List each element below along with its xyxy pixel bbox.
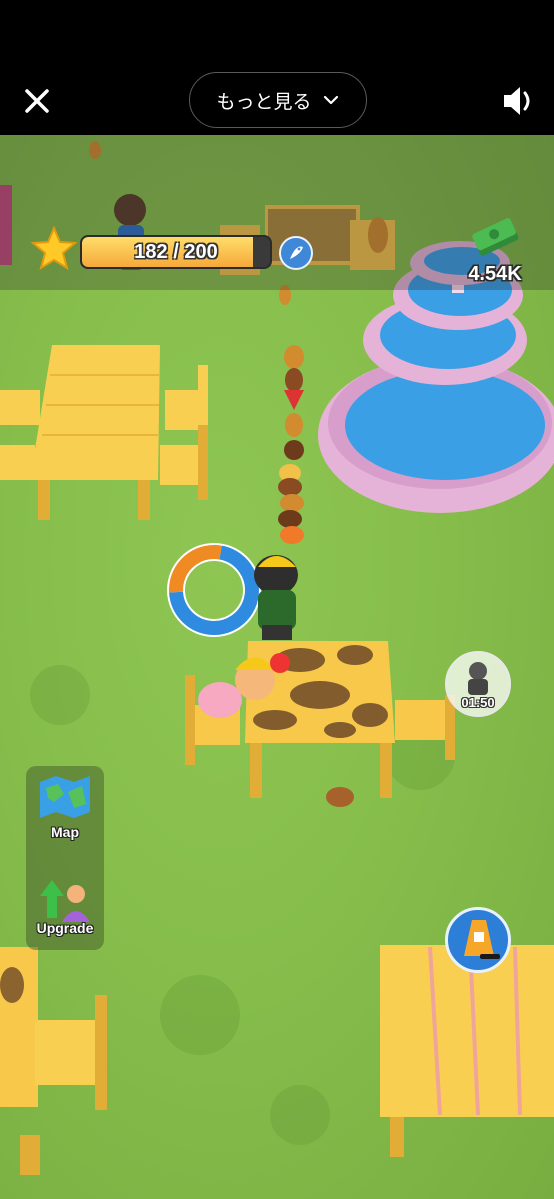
upgrade-button[interactable]: Upgrade bbox=[26, 864, 104, 952]
map-label: Map bbox=[51, 824, 79, 840]
clean-button[interactable] bbox=[445, 907, 511, 973]
close-icon[interactable] bbox=[20, 84, 54, 118]
xp-text: 182 / 200 bbox=[134, 240, 218, 263]
cash-stack-icon bbox=[472, 218, 519, 256]
food-stack bbox=[278, 345, 304, 544]
picnic-table bbox=[380, 945, 554, 1157]
player-character bbox=[254, 555, 298, 640]
fish-icon bbox=[290, 246, 303, 259]
see-more-label: もっと見る bbox=[216, 91, 312, 113]
upgrade-label: Upgrade bbox=[36, 920, 94, 936]
top-bar: もっと見る bbox=[0, 0, 554, 135]
fish-badge[interactable] bbox=[279, 236, 313, 270]
speaker-icon[interactable] bbox=[500, 82, 538, 120]
xp-progress-bar: 182 / 200 bbox=[80, 235, 272, 269]
cash-amount: 4.54K bbox=[468, 263, 522, 285]
game-view[interactable]: 182 / 200 4.54K Map Upgrade 01:50 bbox=[0, 135, 554, 1199]
dirty-table bbox=[0, 947, 107, 1175]
star-icon bbox=[30, 225, 78, 271]
worker-timer-text: 01:50 bbox=[461, 695, 495, 710]
upgrade-icon bbox=[40, 880, 90, 922]
see-more-button[interactable]: もっと見る bbox=[189, 72, 367, 128]
map-icon bbox=[40, 776, 90, 818]
picnic-table bbox=[0, 345, 208, 520]
action-progress-ring bbox=[167, 543, 261, 637]
worker-timer-button[interactable]: 01:50 bbox=[445, 651, 511, 717]
worker-icon bbox=[468, 662, 488, 695]
map-button[interactable]: Map bbox=[26, 770, 104, 858]
wet-floor-sign-icon bbox=[464, 920, 500, 959]
chevron-down-icon bbox=[323, 95, 338, 105]
side-menu: Map Upgrade bbox=[26, 766, 104, 950]
dropped-food bbox=[326, 787, 354, 807]
